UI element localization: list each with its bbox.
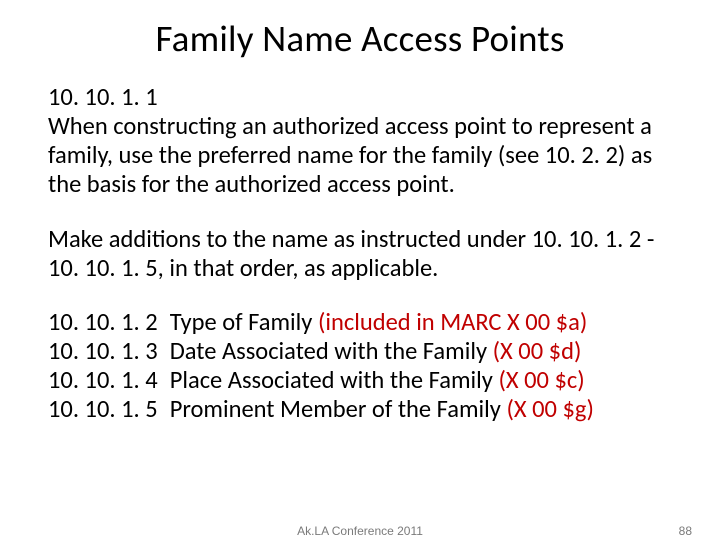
rule-marc: (X 00 $g) (506, 394, 593, 424)
rule-desc: Type of Family (included in MARC X 00 $a… (170, 308, 594, 337)
rule-row: 10. 10. 1. 2 Type of Family (included in… (48, 308, 594, 337)
rule-number: 10. 10. 1. 4 (48, 366, 170, 395)
section-para: 10. 10. 1. 1 When constructing an author… (48, 83, 672, 199)
page-title: Family Name Access Points (0, 16, 720, 61)
rule-desc-text: Date Associated with the Family (170, 336, 487, 366)
footer-page-number: 88 (679, 524, 692, 538)
rule-number: 10. 10. 1. 5 (48, 395, 170, 424)
slide-body: 10. 10. 1. 1 When constructing an author… (48, 83, 672, 424)
rule-marc: (included in MARC X 00 $a) (318, 307, 587, 337)
rule-desc: Place Associated with the Family (X 00 $… (170, 366, 594, 395)
rule-desc-text: Prominent Member of the Family (170, 394, 501, 424)
rule-desc-text: Type of Family (170, 307, 313, 337)
rule-list: 10. 10. 1. 2 Type of Family (included in… (48, 308, 594, 424)
para1-text: When constructing an authorized access p… (48, 111, 652, 199)
rule-row: 10. 10. 1. 3 Date Associated with the Fa… (48, 337, 594, 366)
rule-desc: Prominent Member of the Family (X 00 $g) (170, 395, 594, 424)
slide: Family Name Access Points 10. 10. 1. 1 W… (0, 16, 720, 540)
rule-number: 10. 10. 1. 2 (48, 308, 170, 337)
rule-marc: (X 00 $c) (498, 365, 584, 395)
rule-number: 10. 10. 1. 3 (48, 337, 170, 366)
section-number: 10. 10. 1. 1 (48, 82, 158, 112)
rule-row: 10. 10. 1. 5 Prominent Member of the Fam… (48, 395, 594, 424)
rule-row: 10. 10. 1. 4 Place Associated with the F… (48, 366, 594, 395)
rule-marc: (X 00 $d) (493, 336, 582, 366)
rule-desc: Date Associated with the Family (X 00 $d… (170, 337, 594, 366)
footer-center: Ak.LA Conference 2011 (0, 524, 720, 538)
rule-desc-text: Place Associated with the Family (170, 365, 493, 395)
para2: Make additions to the name as instructed… (48, 225, 672, 283)
